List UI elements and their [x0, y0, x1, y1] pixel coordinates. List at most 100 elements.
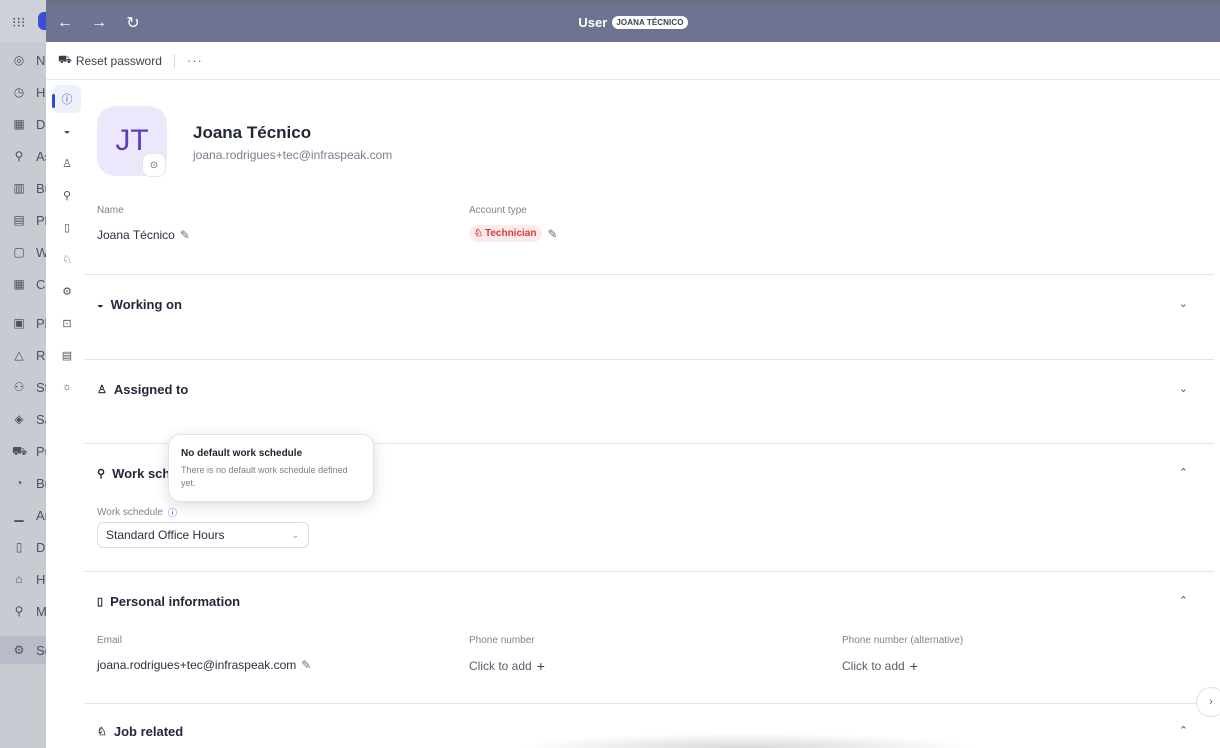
name-field[interactable]: Joana Técnico ✎	[97, 228, 190, 242]
user-name-heading: Joana Técnico	[193, 123, 312, 142]
grid-icon[interactable]: ⁝⁝⁝	[12, 14, 25, 31]
technician-label: Technician	[484, 228, 537, 239]
file-icon: ▯	[15, 540, 23, 554]
doc-icon: ▣	[13, 316, 25, 330]
phone-alt-add-label: Click to add	[842, 659, 905, 673]
chevron-up-icon[interactable]: ⌃	[1179, 466, 1188, 479]
work-schedule-tooltip: No default work schedule There is no def…	[168, 434, 374, 502]
background-sidebar-item-label: H	[36, 84, 46, 100]
work-schedule-label-row: Work schedule ⓘ	[97, 506, 177, 519]
rail-item-assigned-to[interactable]: ♙	[53, 149, 81, 177]
chevron-down-icon[interactable]: ⌄	[1179, 382, 1188, 395]
working-on-header[interactable]: ◒ Working on	[97, 297, 182, 312]
rail-active-indicator	[52, 94, 55, 108]
tooltip-body: There is no default work schedule define…	[181, 465, 348, 488]
rail-item-security[interactable]: ⊡	[53, 309, 81, 337]
toolbar-divider	[173, 53, 175, 68]
technician-icon: ♘	[474, 228, 483, 239]
asset-icon: ⚲	[14, 149, 24, 163]
book-icon: ▯	[97, 596, 104, 608]
account-type-field[interactable]: ♘ Technician ✎	[469, 225, 558, 242]
rail-item-debug[interactable]: ☼	[53, 373, 81, 401]
book-icon: ▯	[63, 221, 71, 234]
work-schedule-header[interactable]: ⚲ Work sch	[97, 466, 170, 481]
person-icon: ♙	[62, 157, 72, 170]
background-sidebar: ⁝⁝⁝ ◎ No ◷ H ▦ Da ⚲ As ▥ Bu ▤ Pl ▢ W ▦ C ▣ Pl △ Re ⚇ St ◈ Sa ⛟ Pu…	[0, 0, 53, 748]
name-value: Joana Técnico	[97, 228, 175, 242]
table-icon: ▦	[13, 277, 25, 291]
phone-alt-label: Phone number (alternative)	[842, 635, 964, 646]
budget-icon: ◔	[15, 476, 23, 490]
rail-item-documents[interactable]: ▤	[53, 341, 81, 369]
background-sidebar-item[interactable]: ▢ W	[12, 243, 48, 261]
rail-item-settings[interactable]: ⚙	[53, 277, 81, 305]
phone-add-button[interactable]: Click to add +	[469, 658, 545, 674]
clipboard-icon: ▢	[13, 245, 25, 259]
assigned-to-header[interactable]: ♙ Assigned to	[97, 382, 188, 397]
lock-icon: ⊡	[62, 317, 72, 330]
bell-icon: △	[14, 348, 24, 362]
building-icon: ▥	[13, 181, 25, 195]
phone-label: Phone number	[469, 635, 535, 646]
working-on-section: ◒ Working on ⌄	[84, 274, 1214, 359]
info-icon[interactable]: ⓘ	[168, 506, 177, 519]
plus-icon: +	[909, 658, 918, 674]
users-icon: ⚇	[13, 380, 25, 394]
rail-item-info[interactable]: ⓘ	[52, 85, 81, 113]
rail-item-personal-info[interactable]: ▯	[53, 213, 81, 241]
half-circle-icon: ◒	[63, 125, 71, 137]
chevron-up-icon[interactable]: ⌃	[1179, 724, 1188, 737]
camera-icon[interactable]: ⊙	[142, 153, 166, 177]
personal-information-header[interactable]: ▯ Personal information	[97, 594, 240, 609]
work-schedule-title: Work sch	[112, 466, 171, 481]
forward-arrow-icon[interactable]: →	[82, 3, 116, 42]
settings-icon: ⚙	[13, 643, 25, 657]
edit-email-pencil-icon[interactable]: ✎	[301, 658, 311, 672]
background-sidebar-item[interactable]: ⚇ St	[12, 378, 49, 396]
bug-icon: ☼	[61, 381, 73, 393]
assigned-to-section: ♙ Assigned to ⌄	[84, 359, 1214, 443]
background-sidebar-item[interactable]: ▦ C	[12, 275, 45, 293]
panel-title: User JOANA TÉCNICO	[46, 3, 1220, 42]
work-schedule-select[interactable]: Standard Office Hours ⌄	[97, 522, 309, 548]
chevron-down-icon: ⌄	[291, 529, 299, 540]
chevron-up-icon[interactable]: ⌃	[1179, 594, 1188, 607]
more-options-button[interactable]: ···	[187, 53, 203, 68]
email-field[interactable]: joana.rodrigues+tec@infraspeak.com ✎	[97, 658, 311, 672]
calendar-icon: ▤	[13, 213, 25, 227]
rail-item-job-related[interactable]: ♘	[53, 245, 81, 273]
name-label: Name	[97, 205, 124, 216]
background-sidebar-item[interactable]: ⚲ M	[12, 602, 47, 620]
work-schedule-label: Work schedule	[97, 507, 163, 518]
background-sidebar-item-label: C	[36, 276, 46, 292]
toolbar: ⛟ Reset password ···	[46, 42, 1220, 80]
chevron-down-icon[interactable]: ⌄	[1179, 297, 1188, 310]
reset-password-button[interactable]: ⛟ Reset password	[58, 54, 162, 68]
background-sidebar-item[interactable]: ▤ Pl	[12, 211, 47, 229]
rail-item-work-schedule[interactable]: ⚲	[53, 181, 81, 209]
rail-item-working-on[interactable]: ◒	[53, 117, 81, 145]
reset-password-label: Reset password	[75, 53, 162, 68]
edit-account-type-pencil-icon[interactable]: ✎	[547, 227, 557, 241]
work-schedule-selected: Standard Office Hours	[106, 528, 225, 542]
assigned-to-title: Assigned to	[113, 382, 189, 397]
half-circle-icon: ◒	[97, 298, 104, 311]
user-panel: ← → ↻ User JOANA TÉCNICO ⛟ Reset passwor…	[46, 3, 1220, 748]
technician-badge: ♘ Technician	[469, 225, 543, 242]
job-related-title: Job related	[113, 724, 184, 739]
phone-alt-add-button[interactable]: Click to add +	[842, 658, 918, 674]
back-arrow-icon[interactable]: ←	[48, 3, 82, 42]
background-sidebar-item[interactable]: ◷ H	[12, 83, 46, 101]
personal-information-section: ▯ Personal information ⌃ Email joana.rod…	[84, 571, 1214, 703]
job-related-header[interactable]: ♘ Job related	[97, 724, 183, 739]
edit-name-pencil-icon[interactable]: ✎	[180, 228, 190, 242]
scroll-shadow	[516, 733, 976, 748]
refresh-icon[interactable]: ↻	[116, 3, 150, 42]
chevron-right-icon[interactable]: ›	[1196, 687, 1220, 717]
personal-information-title: Personal information	[110, 594, 241, 609]
key-icon: ⛟	[58, 53, 72, 66]
tag-icon: ◈	[14, 412, 24, 426]
account-type-label: Account type	[469, 205, 527, 216]
background-sidebar-item[interactable]: ▣ Pl	[12, 314, 47, 332]
tooltip-title: No default work schedule	[181, 448, 303, 459]
